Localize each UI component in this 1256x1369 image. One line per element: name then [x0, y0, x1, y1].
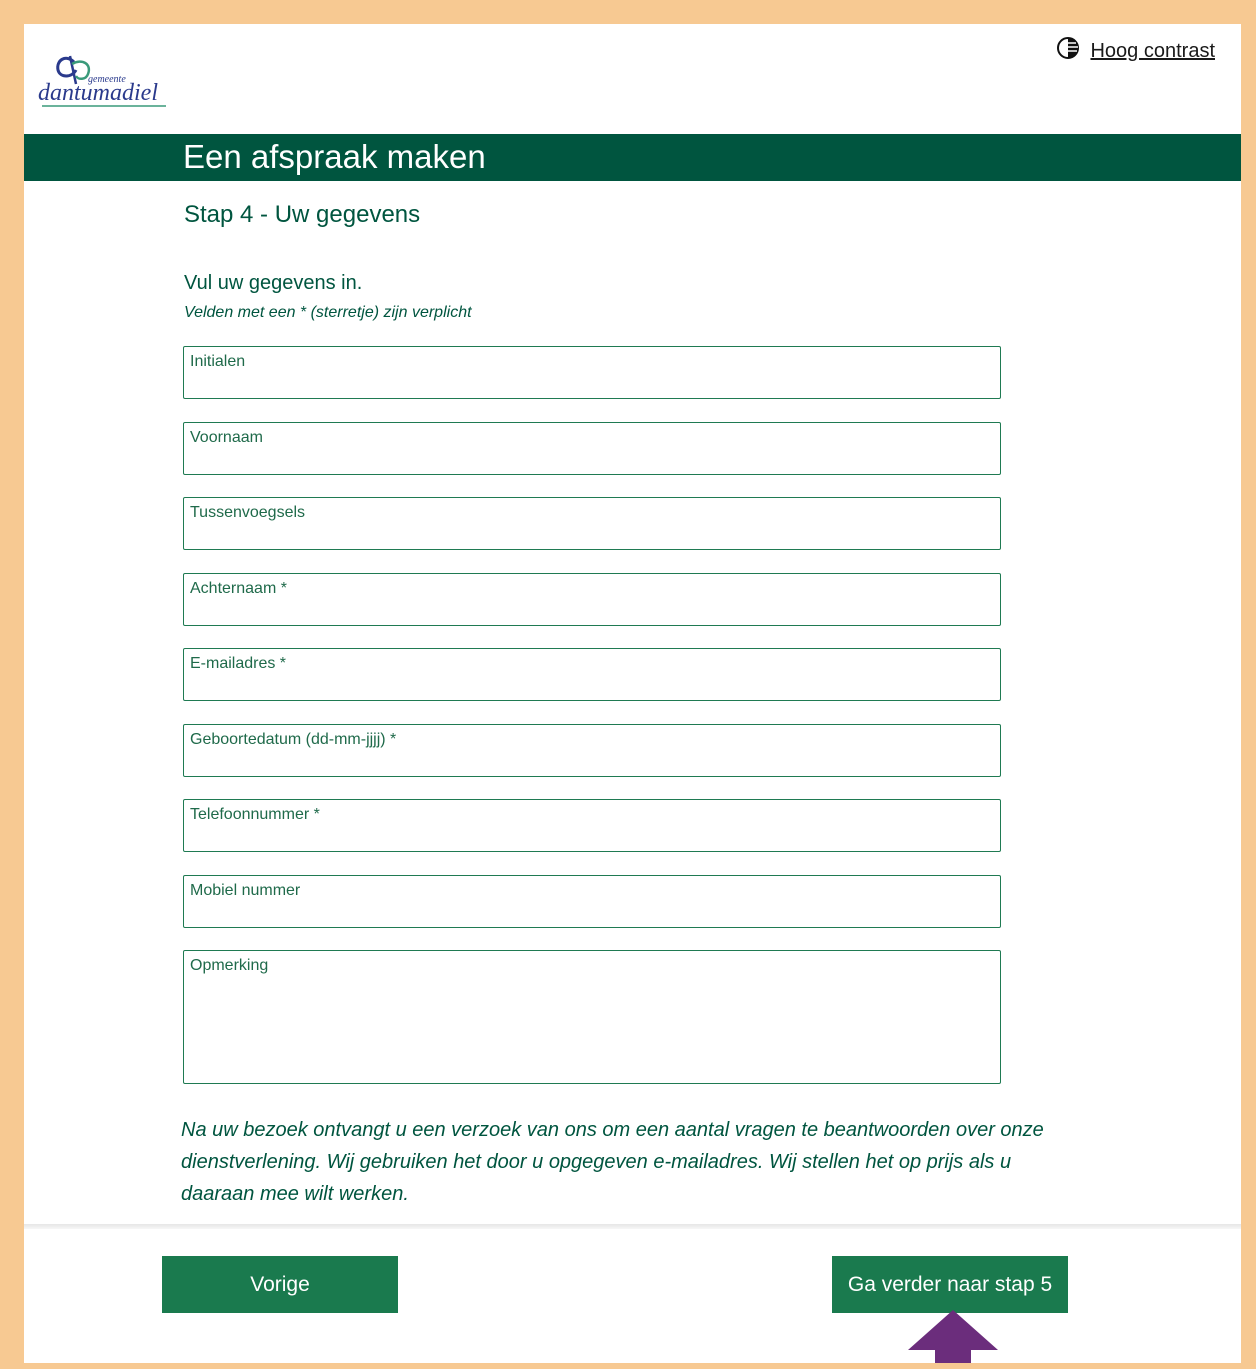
field-label: Tussenvoegsels — [190, 504, 306, 521]
survey-notice: Na uw bezoek ontvangt u een verzoek van … — [181, 1119, 1044, 1205]
step-title: Stap 4 - Uw gegevens — [184, 201, 421, 228]
mobile-field[interactable]: Mobiel nummer — [183, 875, 1001, 928]
first-name-field[interactable]: Voornaam — [183, 422, 1001, 475]
remark-textarea[interactable]: Opmerking — [183, 950, 1001, 1084]
next-step-button[interactable]: Ga verder naar stap 5 — [832, 1256, 1068, 1313]
previous-button[interactable]: Vorige — [162, 1256, 398, 1313]
infix-field[interactable]: Tussenvoegsels — [183, 497, 1001, 550]
field-label: Achternaam * — [190, 580, 287, 597]
logo-brand-text: dantumadiel — [38, 80, 158, 106]
required-fields-note: Velden met een * (sterretje) zijn verpli… — [184, 304, 472, 321]
form-intro: Vul uw gegevens in. — [184, 272, 363, 294]
field-label: Initialen — [190, 353, 246, 370]
page-banner: Een afspraak maken — [24, 134, 1241, 181]
field-label: Geboortedatum (dd-mm-jjjj) * — [190, 731, 397, 748]
arrow-up-icon — [906, 1308, 1000, 1363]
half-circle-contrast-icon — [1056, 36, 1080, 66]
footer-divider — [24, 1224, 1241, 1229]
field-label: Voornaam — [190, 429, 263, 446]
field-label: Telefoonnummer * — [190, 806, 320, 823]
last-name-field[interactable]: Achternaam * — [183, 573, 1001, 626]
field-label: Opmerking — [190, 957, 269, 974]
initials-field[interactable]: Initialen — [183, 346, 1001, 399]
field-label: Mobiel nummer — [190, 882, 301, 899]
birthdate-field[interactable]: Geboortedatum (dd-mm-jjjj) * — [183, 724, 1001, 777]
page-title: Een afspraak maken — [183, 138, 486, 175]
field-label: E-mailadres * — [190, 655, 287, 672]
high-contrast-link[interactable]: Hoog contrast — [1090, 40, 1215, 63]
email-field[interactable]: E-mailadres * — [183, 648, 1001, 701]
municipality-logo[interactable]: gemeente dantumadiel — [36, 42, 176, 112]
high-contrast-toggle[interactable]: Hoog contrast — [1056, 36, 1215, 66]
phone-field[interactable]: Telefoonnummer * — [183, 799, 1001, 852]
page-frame: gemeente dantumadiel Hoog contrast Een a… — [24, 24, 1241, 1363]
